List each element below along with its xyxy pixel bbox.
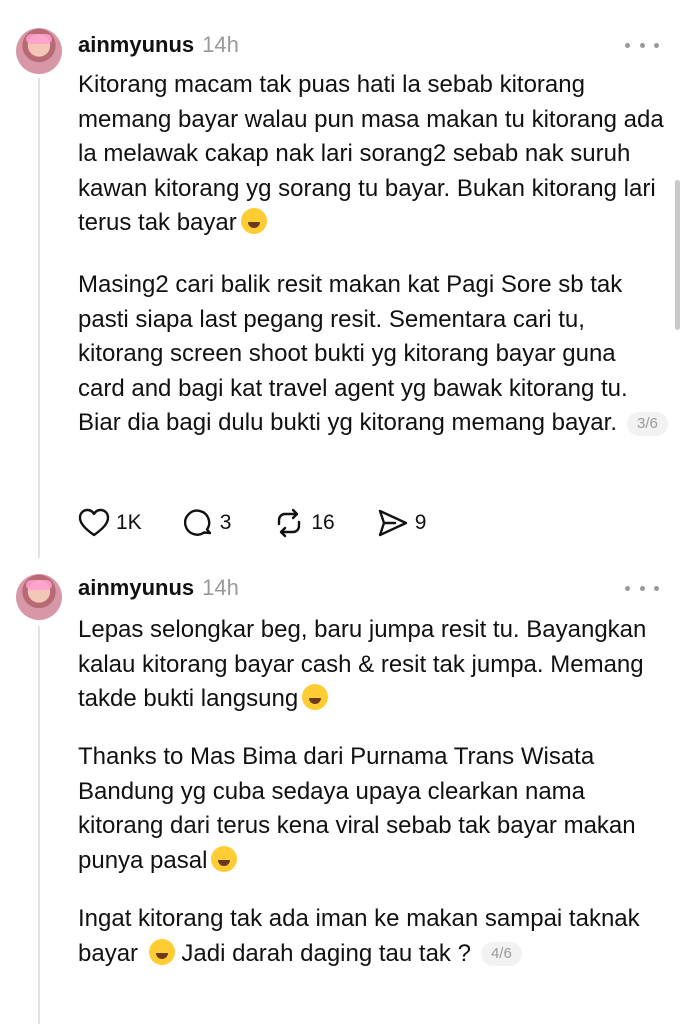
username[interactable]: ainmyunus bbox=[78, 575, 194, 601]
post-paragraph: Masing2 cari balik resit makan kat Pagi … bbox=[78, 268, 668, 441]
emoji-laugh-cry bbox=[211, 845, 238, 872]
username[interactable]: ainmyunus bbox=[78, 32, 194, 58]
post: ainmyunus 14h Kitorang macam tak puas ha… bbox=[0, 0, 683, 560]
timestamp: 14h bbox=[202, 575, 239, 600]
emoji-laugh-cry bbox=[240, 208, 267, 234]
reply-icon bbox=[183, 509, 211, 536]
share-count: 9 bbox=[414, 511, 427, 534]
more-icon[interactable] bbox=[625, 35, 659, 55]
post: ainmyunus 14h Lepas selongkar beg, baru … bbox=[0, 560, 683, 1024]
avatar[interactable] bbox=[16, 574, 62, 620]
timestamp: 14h bbox=[202, 32, 239, 57]
emoji-loud-cry bbox=[302, 684, 329, 710]
post-header: ainmyunus 14h bbox=[78, 31, 239, 59]
share-icon bbox=[378, 509, 407, 537]
post-actions: 1K 3 16 9 bbox=[78, 507, 468, 539]
like-button[interactable]: 1K bbox=[78, 508, 142, 538]
reply-count: 3 bbox=[219, 511, 232, 534]
post-header: ainmyunus 14h bbox=[78, 574, 239, 602]
post-paragraph: Ingat kitorang tak ada iman ke makan sam… bbox=[78, 905, 640, 967]
post-paragraph: Thanks to Mas Bima dari Purnama Trans Wi… bbox=[78, 743, 636, 874]
thread-pager: 4/6 bbox=[480, 942, 522, 967]
reply-button[interactable]: 3 bbox=[183, 508, 232, 538]
more-icon[interactable] bbox=[625, 578, 659, 598]
post-paragraph: Kitorang macam tak puas hati la sebab ki… bbox=[78, 71, 664, 236]
repost-button[interactable]: 16 bbox=[273, 508, 335, 538]
share-button[interactable]: 9 bbox=[377, 508, 427, 538]
avatar[interactable] bbox=[16, 28, 62, 74]
repost-icon bbox=[278, 508, 301, 538]
like-count: 1K bbox=[116, 511, 142, 534]
thread-pager: 3/6 bbox=[626, 411, 668, 436]
repost-count: 16 bbox=[311, 511, 335, 534]
heart-icon bbox=[78, 508, 110, 537]
emoji-pleading bbox=[148, 938, 175, 965]
post-paragraph: Lepas selongkar beg, baru jumpa resit tu… bbox=[78, 616, 647, 712]
